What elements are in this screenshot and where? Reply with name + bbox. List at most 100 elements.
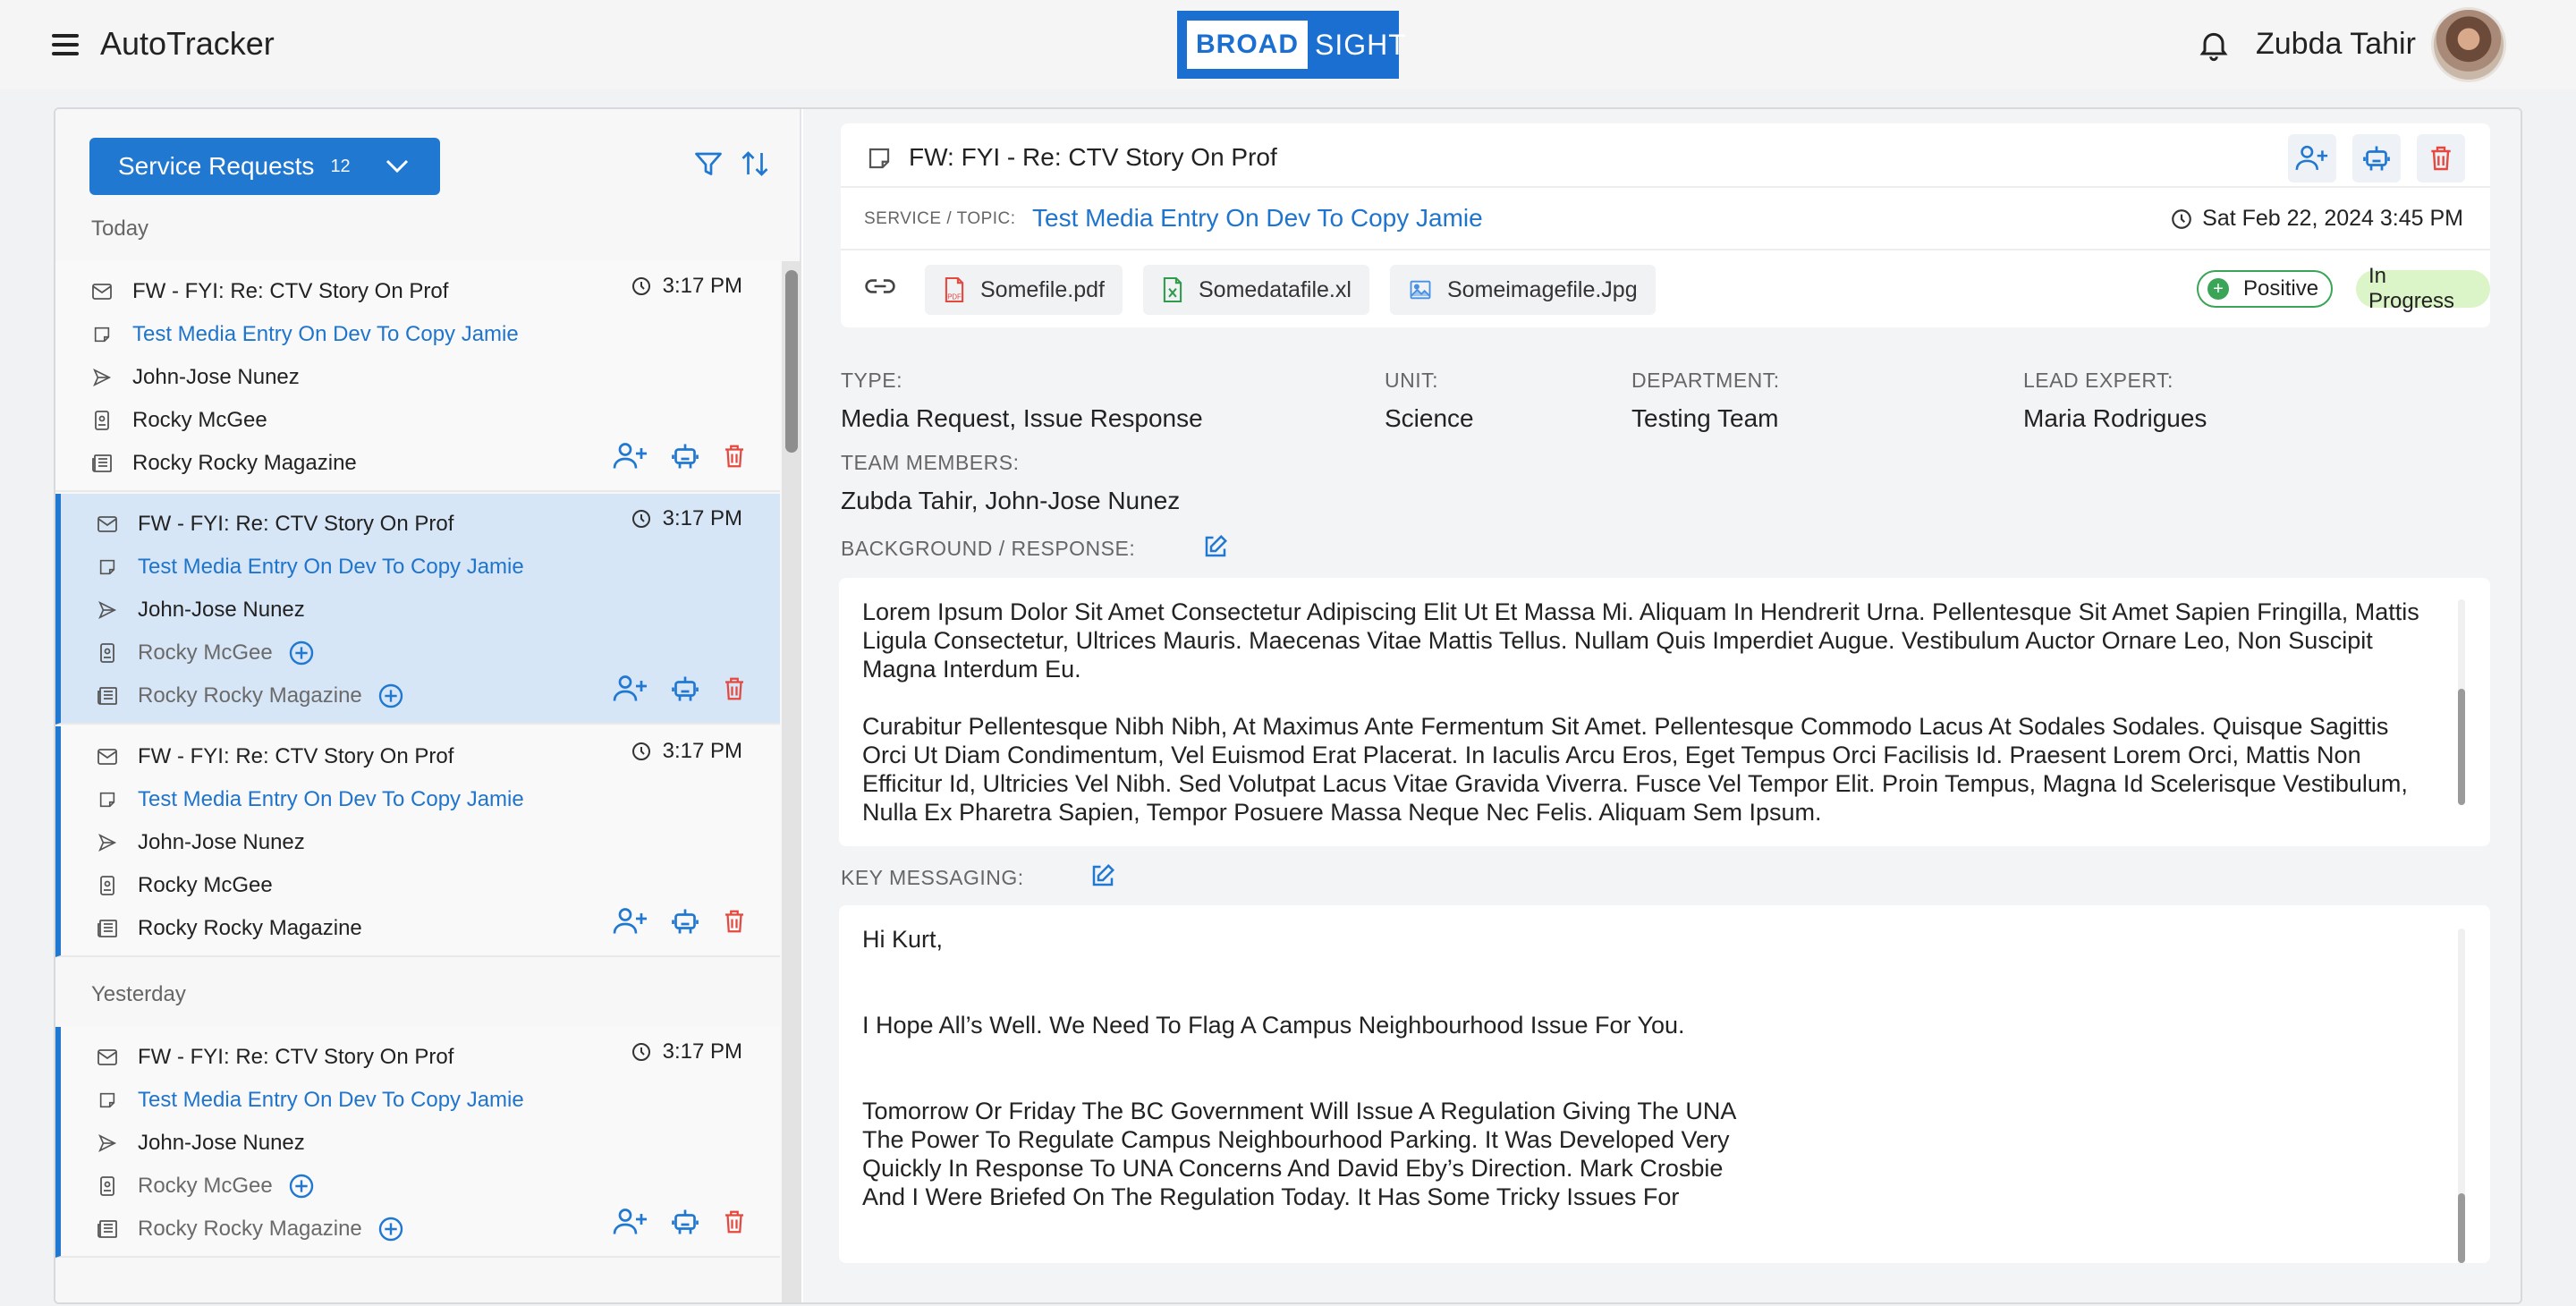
robot-icon[interactable] bbox=[669, 440, 701, 472]
image-icon bbox=[1408, 277, 1447, 302]
key-messaging-scrollbar[interactable] bbox=[2458, 929, 2465, 1263]
card-topic[interactable]: Test Media Entry On Dev To Copy Jamie bbox=[138, 1088, 524, 1113]
scrollbar-thumb[interactable] bbox=[785, 270, 798, 453]
robot-button[interactable] bbox=[2352, 134, 2401, 182]
key-messaging-text-box[interactable]: Hi Kurt, I Hope All’s Well. We Need To F… bbox=[839, 905, 2490, 1263]
note-icon bbox=[95, 1090, 120, 1110]
delete-icon[interactable] bbox=[721, 907, 748, 936]
attachment-excel[interactable]: Somedatafile.xl bbox=[1143, 265, 1369, 315]
card-outlet: Rocky Rocky Magazine bbox=[132, 451, 357, 475]
card-topic[interactable]: Test Media Entry On Dev To Copy Jamie bbox=[138, 787, 524, 812]
unit-value: Science bbox=[1385, 404, 1474, 432]
topic-row: Test Media Entry On Dev To Copy Jamie bbox=[95, 549, 524, 585]
card-actions bbox=[612, 1206, 748, 1238]
team-members-label: TEAM MEMBERS: bbox=[841, 451, 1020, 474]
topic-row: Test Media Entry On Dev To Copy Jamie bbox=[89, 317, 519, 352]
service-requests-dropdown[interactable]: Service Requests 12 bbox=[89, 138, 440, 195]
user-name[interactable]: Zubda Tahir bbox=[2256, 27, 2416, 62]
service-topic-link[interactable]: Test Media Entry On Dev To Copy Jamie bbox=[1032, 204, 1483, 233]
request-card[interactable]: FW - FYI: Re: CTV Story On Prof 3:17 PM … bbox=[55, 1027, 780, 1258]
contact-row: Rocky McGee bbox=[95, 868, 273, 903]
sort-icon[interactable] bbox=[739, 147, 771, 181]
main-panel: Service Requests 12 Today Yesterday FW -… bbox=[54, 107, 2522, 1304]
delete-button[interactable] bbox=[2417, 134, 2465, 182]
robot-icon[interactable] bbox=[669, 905, 701, 937]
avatar[interactable] bbox=[2431, 7, 2506, 82]
unit-label: UNIT: bbox=[1385, 369, 1438, 392]
mail-icon bbox=[95, 748, 120, 766]
note-icon bbox=[866, 145, 893, 172]
delete-icon[interactable] bbox=[721, 674, 748, 703]
plus-circle-icon: + bbox=[2207, 278, 2229, 300]
bell-icon[interactable] bbox=[2196, 27, 2232, 63]
card-topic[interactable]: Test Media Entry On Dev To Copy Jamie bbox=[138, 555, 524, 580]
detail-header: FW: FYI - Re: CTV Story On Prof SERVICE … bbox=[841, 123, 2490, 327]
add-contact-icon[interactable] bbox=[287, 639, 316, 667]
attachment-pdf[interactable]: PDF Somefile.pdf bbox=[925, 265, 1123, 315]
robot-icon[interactable] bbox=[669, 1206, 701, 1238]
link-icon[interactable] bbox=[864, 274, 896, 299]
add-contact-icon[interactable] bbox=[287, 1172, 316, 1200]
request-card[interactable]: FW - FYI: Re: CTV Story On Prof 3:17 PM … bbox=[55, 494, 780, 725]
scrollbar-thumb[interactable] bbox=[2458, 1193, 2465, 1263]
assign-user-icon[interactable] bbox=[612, 673, 649, 705]
assign-user-button[interactable] bbox=[2288, 134, 2336, 182]
sender-row: John-Jose Nunez bbox=[95, 825, 305, 861]
assign-user-icon[interactable] bbox=[612, 905, 649, 937]
scrollbar-thumb[interactable] bbox=[2458, 689, 2465, 805]
request-card[interactable]: FW - FYI: Re: CTV Story On Prof 3:17 PM … bbox=[55, 261, 780, 492]
card-outlet: Rocky Rocky Magazine bbox=[138, 683, 362, 708]
detail-title: FW: FYI - Re: CTV Story On Prof bbox=[909, 143, 1277, 171]
card-topic[interactable]: Test Media Entry On Dev To Copy Jamie bbox=[132, 322, 519, 347]
attachment-image[interactable]: Someimagefile.Jpg bbox=[1390, 265, 1656, 315]
assign-user-icon[interactable] bbox=[612, 440, 649, 472]
attachment-name: Somedatafile.xl bbox=[1199, 276, 1352, 302]
top-bar: AutoTracker BROAD SIGHT Zubda Tahir bbox=[0, 0, 2576, 89]
edit-background-icon[interactable] bbox=[1202, 533, 1229, 560]
request-card[interactable]: FW - FYI: Re: CTV Story On Prof 3:17 PM … bbox=[55, 726, 780, 957]
time-text: 3:17 PM bbox=[662, 739, 742, 763]
dropdown-label: Service Requests bbox=[118, 152, 315, 180]
lead-expert-value: Maria Rodrigues bbox=[2023, 404, 2207, 432]
background-scrollbar[interactable] bbox=[2458, 599, 2465, 805]
card-outlet: Rocky Rocky Magazine bbox=[138, 916, 362, 940]
edit-key-messaging-icon[interactable] bbox=[1089, 862, 1116, 889]
card-actions bbox=[612, 673, 748, 705]
card-contact: Rocky McGee bbox=[138, 640, 273, 665]
contact-row: Rocky McGee bbox=[95, 1168, 316, 1204]
delete-icon[interactable] bbox=[721, 1208, 748, 1236]
sentiment-badge: + Positive bbox=[2197, 270, 2334, 308]
card-sender: John-Jose Nunez bbox=[138, 830, 305, 854]
note-icon bbox=[89, 325, 114, 344]
robot-icon[interactable] bbox=[669, 673, 701, 705]
card-actions bbox=[612, 440, 748, 472]
newspaper-icon bbox=[95, 919, 120, 938]
card-sender: John-Jose Nunez bbox=[138, 1131, 305, 1155]
delete-icon[interactable] bbox=[721, 442, 748, 471]
card-subject: FW - FYI: Re: CTV Story On Prof bbox=[138, 1045, 454, 1069]
background-label: BACKGROUND / RESPONSE: bbox=[841, 537, 1136, 560]
time-text: 3:17 PM bbox=[662, 506, 742, 530]
filter-icon[interactable] bbox=[692, 148, 724, 181]
divider bbox=[841, 186, 2490, 188]
logo-left-text: BROAD bbox=[1187, 21, 1308, 69]
group-label-yesterday: Yesterday bbox=[91, 982, 186, 1006]
send-icon bbox=[95, 1133, 120, 1153]
dropdown-count: 12 bbox=[330, 156, 351, 176]
card-time: 3:17 PM bbox=[631, 1039, 742, 1064]
excel-icon bbox=[1161, 276, 1199, 304]
add-outlet-icon[interactable] bbox=[377, 682, 405, 710]
menu-icon[interactable] bbox=[52, 32, 79, 57]
add-outlet-icon[interactable] bbox=[377, 1215, 405, 1243]
sender-row: John-Jose Nunez bbox=[89, 360, 300, 395]
detail-date: Sat Feb 22, 2024 3:45 PM bbox=[2170, 206, 2463, 232]
key-messaging-label: KEY MESSAGING: bbox=[841, 866, 1024, 889]
divider bbox=[841, 249, 2490, 250]
card-sender: John-Jose Nunez bbox=[132, 365, 300, 389]
group-label-today: Today bbox=[91, 216, 149, 241]
assign-user-icon[interactable] bbox=[612, 1206, 649, 1238]
key-messaging-text: Hi Kurt, I Hope All’s Well. We Need To F… bbox=[862, 926, 1737, 1210]
card-contact: Rocky McGee bbox=[132, 408, 267, 432]
list-scrollbar[interactable] bbox=[782, 261, 801, 1302]
background-text-box[interactable]: Lorem Ipsum Dolor Sit Amet Consectetur A… bbox=[839, 578, 2490, 846]
